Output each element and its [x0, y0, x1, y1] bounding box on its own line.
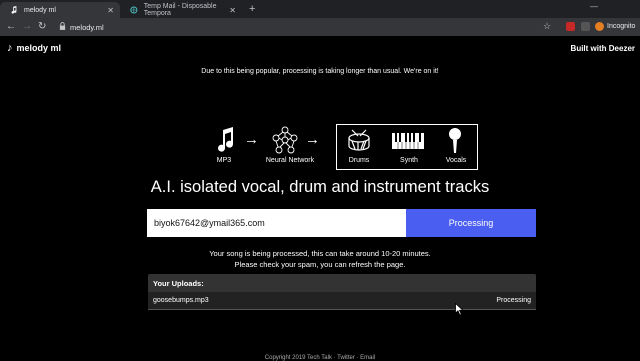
neural-network-icon [272, 126, 298, 154]
mp3-label: MP3 [216, 157, 232, 164]
globe-icon [130, 6, 138, 14]
footer: Copyright 2019 Tech Talk · Twitter · Ema… [264, 355, 376, 361]
close-tab-icon[interactable]: ✕ [229, 6, 236, 15]
browser-address-bar: ← → ↻ melody.ml ☆ Incognito [0, 18, 640, 36]
bookmark-star-icon[interactable]: ☆ [543, 21, 551, 32]
stem-label-synth: Synth [400, 157, 418, 164]
browser-tab-bar: melody ml ✕ Temp Mail - Disposable Tempo… [0, 0, 640, 18]
reload-icon[interactable]: ↻ [38, 21, 46, 32]
upload-status: Processing [496, 297, 531, 304]
processing-notice: Due to this being popular, processing is… [201, 68, 439, 75]
processing-button[interactable]: Processing [406, 209, 536, 237]
status-line: Please check your spam, you can refresh … [234, 260, 406, 269]
arrow-icon: → [305, 131, 320, 148]
minimize-icon[interactable]: — [590, 2, 598, 11]
extension-icon[interactable] [595, 22, 604, 31]
incognito-label[interactable]: Incognito [607, 23, 635, 30]
music-note-icon: ♪ [7, 42, 13, 54]
new-tab-icon[interactable]: + [249, 3, 255, 15]
brand-name: melody ml [16, 43, 62, 53]
email-field[interactable] [147, 209, 406, 237]
page-headline: A.I. isolated vocal, drum and instrument… [150, 178, 490, 196]
stem-label-drums: Drums [348, 157, 370, 164]
tab-title: melody ml [24, 6, 56, 14]
synth-keyboard-icon [392, 133, 424, 149]
forward-icon[interactable]: → [22, 21, 32, 32]
uploads-panel: Your Uploads: goosebumps.mp3 Processing [148, 274, 536, 310]
uploads-title: Your Uploads: [148, 274, 536, 292]
site-brand[interactable]: ♪ melody ml [7, 42, 61, 54]
upload-filename: goosebumps.mp3 [153, 297, 209, 304]
music-note-icon [11, 6, 17, 14]
back-icon[interactable]: ← [6, 21, 16, 32]
neural-network-label: Neural Network [265, 157, 315, 164]
close-tab-icon[interactable]: ✕ [107, 6, 114, 15]
drum-icon [348, 129, 370, 151]
mp3-note-icon [218, 127, 234, 152]
microphone-icon [449, 128, 461, 153]
extension-icon[interactable] [581, 22, 590, 31]
stem-label-vocals: Vocals [445, 157, 467, 164]
upload-form: Processing [147, 209, 536, 237]
tab-temp-mail[interactable]: Temp Mail - Disposable Tempora ✕ [124, 2, 242, 18]
mouse-cursor-icon [455, 303, 464, 316]
lock-icon [59, 22, 66, 30]
tab-title: Temp Mail - Disposable Tempora [143, 3, 217, 17]
processing-status: Your song is being processed, this can t… [0, 248, 640, 270]
upload-row[interactable]: goosebumps.mp3 Processing [148, 292, 536, 310]
url-text[interactable]: melody.ml [70, 23, 104, 32]
tab-melody-ml[interactable]: melody ml ✕ [0, 2, 120, 18]
built-with-link[interactable]: Built with Deezer [571, 44, 635, 53]
extension-icon[interactable] [566, 22, 575, 31]
status-line: Your song is being processed, this can t… [209, 249, 431, 258]
arrow-icon: → [244, 131, 259, 148]
